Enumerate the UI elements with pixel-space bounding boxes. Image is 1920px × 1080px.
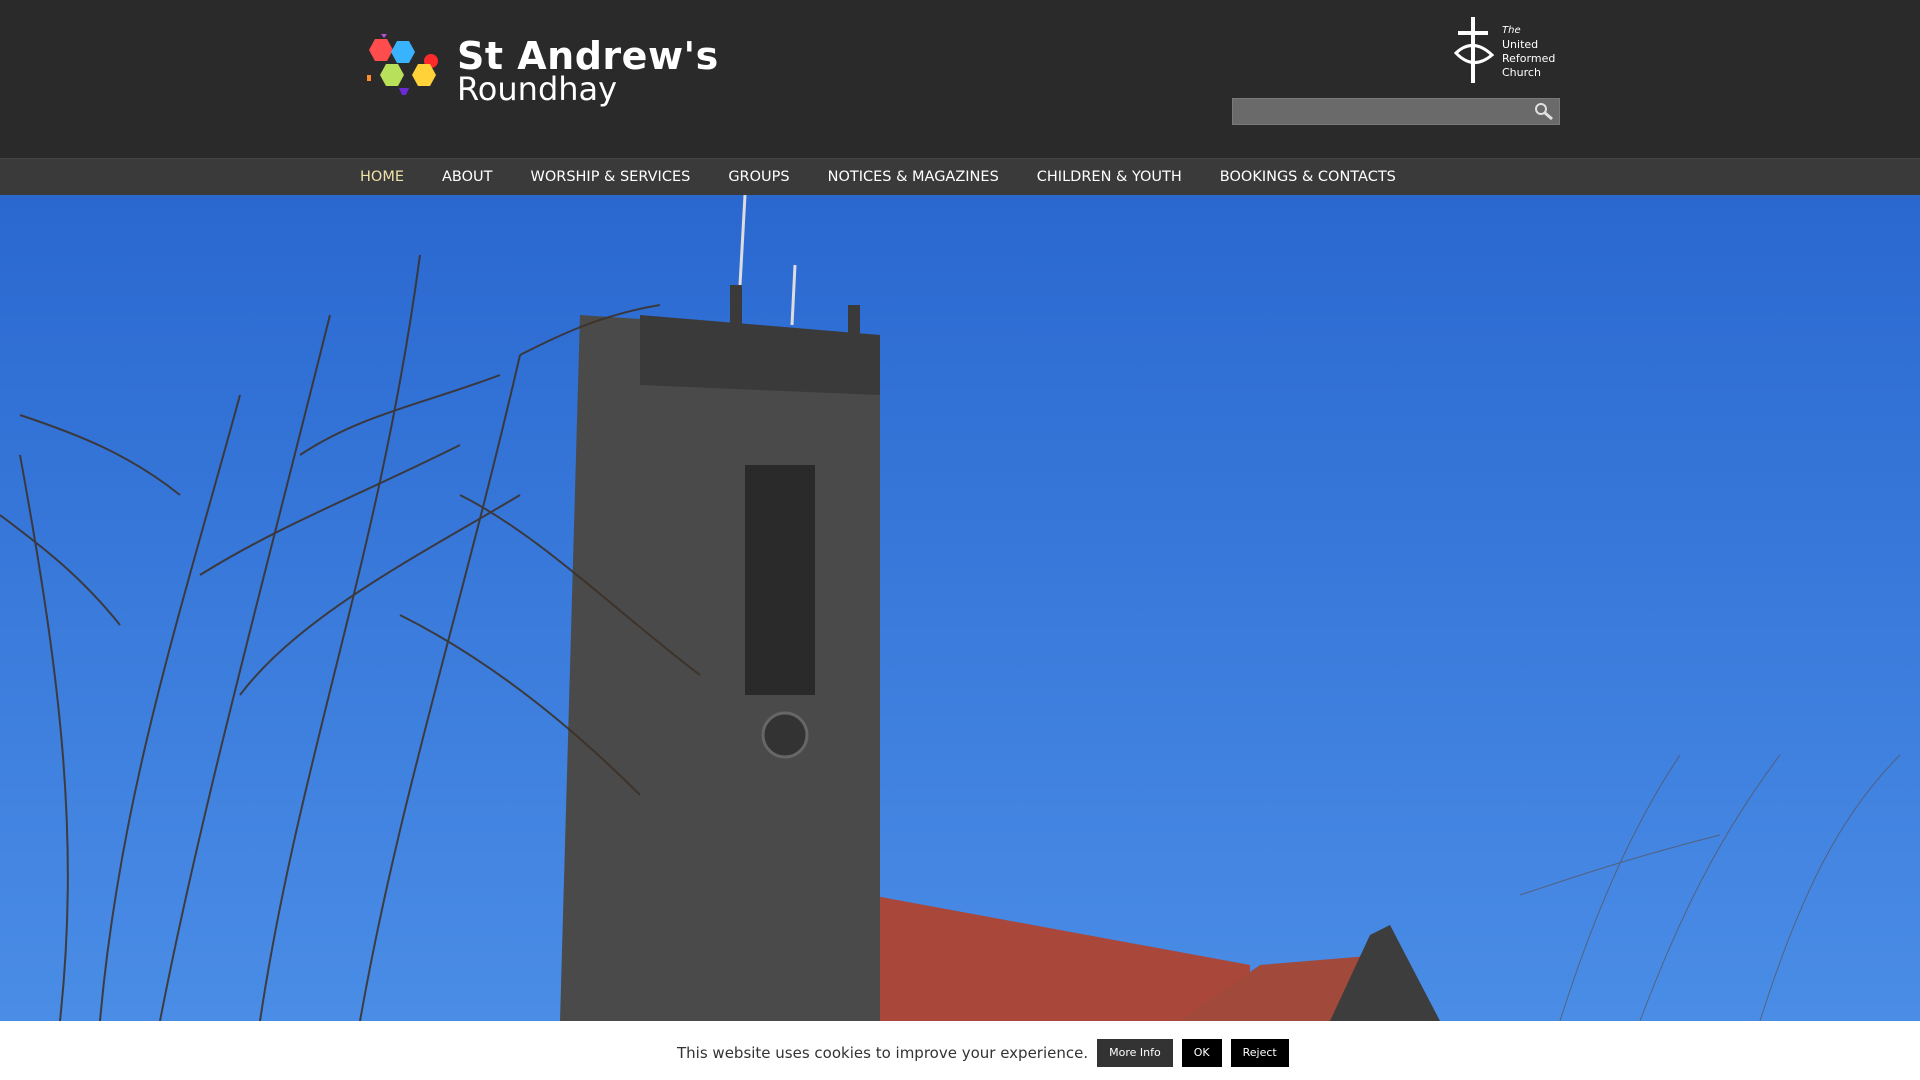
search-input[interactable] xyxy=(1233,99,1523,124)
nav-item-home[interactable]: HOME xyxy=(360,159,404,196)
ok-button[interactable]: OK xyxy=(1181,1039,1222,1067)
urc-line-church: Church xyxy=(1502,66,1541,79)
search-box xyxy=(1232,98,1560,125)
urc-line-reformed: Reformed xyxy=(1502,52,1556,65)
urc-logo-text: The United Reformed Church xyxy=(1502,24,1555,80)
urc-logo[interactable]: The United Reformed Church xyxy=(1448,15,1560,87)
church-tower-photo xyxy=(0,195,1920,1021)
nav-item-notices-magazines[interactable]: NOTICES & MAGAZINES xyxy=(828,159,999,196)
urc-cross-icon xyxy=(1453,17,1495,83)
nav-item-children-youth[interactable]: CHILDREN & YOUTH xyxy=(1037,159,1182,196)
urc-line-united: United xyxy=(1502,38,1539,51)
site-header: St Andrew's Roundhay The United Reformed… xyxy=(0,0,1920,158)
brand-subtitle: Roundhay xyxy=(457,70,618,108)
cookie-message: This website uses cookies to improve you… xyxy=(677,1044,1089,1062)
nav-item-groups[interactable]: GROUPS xyxy=(728,159,789,196)
nav-item-worship-services[interactable]: WORSHIP & SERVICES xyxy=(531,159,691,196)
church-logo-icon[interactable] xyxy=(359,33,449,118)
main-nav: HOME ABOUT WORSHIP & SERVICES GROUPS NOT… xyxy=(0,158,1920,195)
search-icon[interactable] xyxy=(1532,101,1556,122)
urc-line-the: The xyxy=(1502,25,1521,36)
nav-item-bookings-contacts[interactable]: BOOKINGS & CONTACTS xyxy=(1220,159,1396,196)
nav-item-about[interactable]: ABOUT xyxy=(442,159,493,196)
site-brand[interactable]: St Andrew's Roundhay xyxy=(457,34,719,108)
reject-button[interactable]: Reject xyxy=(1230,1039,1289,1067)
hero-image xyxy=(0,195,1920,1021)
cookie-bar: This website uses cookies to improve you… xyxy=(0,1021,1920,1080)
nav-list: HOME ABOUT WORSHIP & SERVICES GROUPS NOT… xyxy=(360,159,1434,196)
more-info-button[interactable]: More Info xyxy=(1097,1039,1173,1067)
cookie-content: This website uses cookies to improve you… xyxy=(677,1038,1298,1068)
